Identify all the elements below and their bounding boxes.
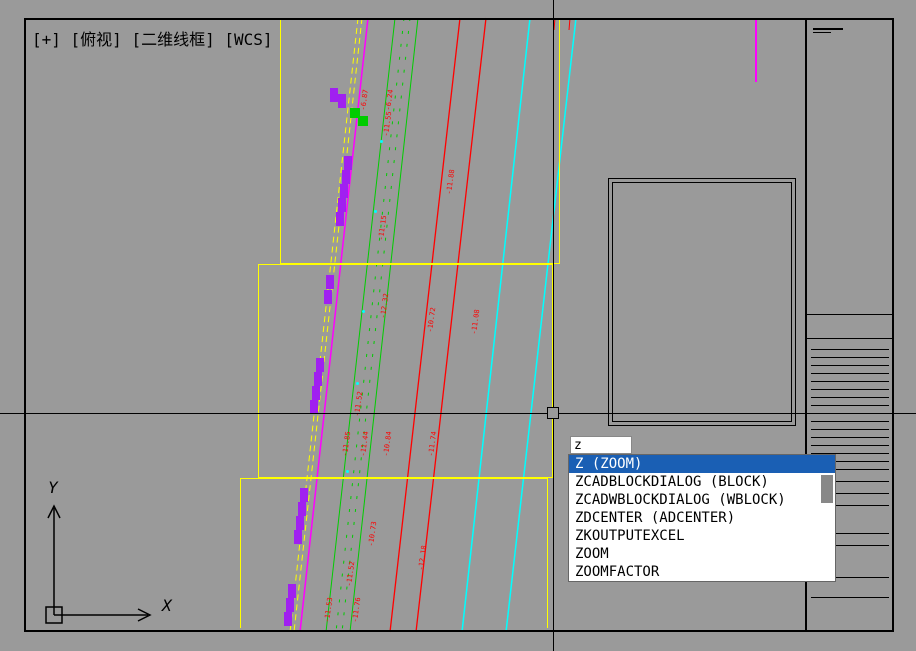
block-marker (344, 156, 352, 170)
ucs-icon[interactable]: X Y (40, 478, 170, 628)
block-marker (312, 386, 320, 400)
block-marker (338, 94, 346, 108)
block-marker (340, 184, 348, 198)
block-marker (338, 198, 346, 212)
crosshair-horizontal (0, 413, 916, 414)
autocomplete-item[interactable]: ZKOUTPUTEXCEL (569, 527, 835, 545)
block-marker (284, 612, 292, 626)
viewport-toggle[interactable]: [+] (32, 30, 61, 49)
block-marker (326, 275, 334, 289)
command-autocomplete[interactable]: Z (ZOOM) ZCADBLOCKDIALOG (BLOCK) ZCADWBL… (568, 454, 836, 582)
autocomplete-item[interactable]: ZDCENTER (ADCENTER) (569, 509, 835, 527)
block-marker (294, 530, 302, 544)
viewport-style[interactable]: [二维线框] (131, 26, 214, 50)
block-marker (316, 358, 324, 372)
autocomplete-item[interactable]: ZOOM (569, 545, 835, 563)
survey-tick (356, 382, 359, 385)
block-marker (324, 290, 332, 304)
survey-tick (362, 310, 365, 313)
block-marker (310, 400, 318, 414)
block-marker (358, 116, 368, 126)
command-input[interactable] (570, 436, 632, 454)
block-marker (314, 372, 322, 386)
autocomplete-item[interactable]: Z (ZOOM) (569, 455, 835, 473)
crosshair-vertical (553, 0, 554, 651)
survey-tick (346, 470, 349, 473)
survey-tick (380, 140, 383, 143)
autocomplete-item[interactable]: ZCADWBLOCKDIALOG (WBLOCK) (569, 491, 835, 509)
block-marker (296, 516, 304, 530)
autocomplete-item[interactable]: ZCADBLOCKDIALOG (BLOCK) (569, 473, 835, 491)
block-marker (330, 88, 338, 102)
block-marker (300, 488, 308, 502)
viewport-controls[interactable]: [+] [俯视] [二维线框] [WCS] (32, 26, 273, 50)
block-marker (342, 170, 350, 184)
cad-viewport[interactable]: [+] [俯视] [二维线框] [WCS] X Y -6.87 -6.24 -1… (0, 0, 916, 651)
block-marker (286, 598, 294, 612)
autocomplete-item[interactable]: ZOOMFACTOR (569, 563, 835, 581)
ucs-y-label: Y (48, 478, 58, 497)
viewport-cs[interactable]: [WCS] (224, 30, 272, 49)
crosshair-pickbox (547, 407, 559, 419)
autocomplete-scrollbar-thumb[interactable] (821, 475, 833, 503)
block-marker (288, 584, 296, 598)
block-marker (298, 502, 306, 516)
ucs-x-label: X (162, 596, 172, 615)
viewport-view[interactable]: [俯视] (71, 26, 122, 50)
survey-tick (374, 210, 377, 213)
block-marker (336, 212, 344, 226)
